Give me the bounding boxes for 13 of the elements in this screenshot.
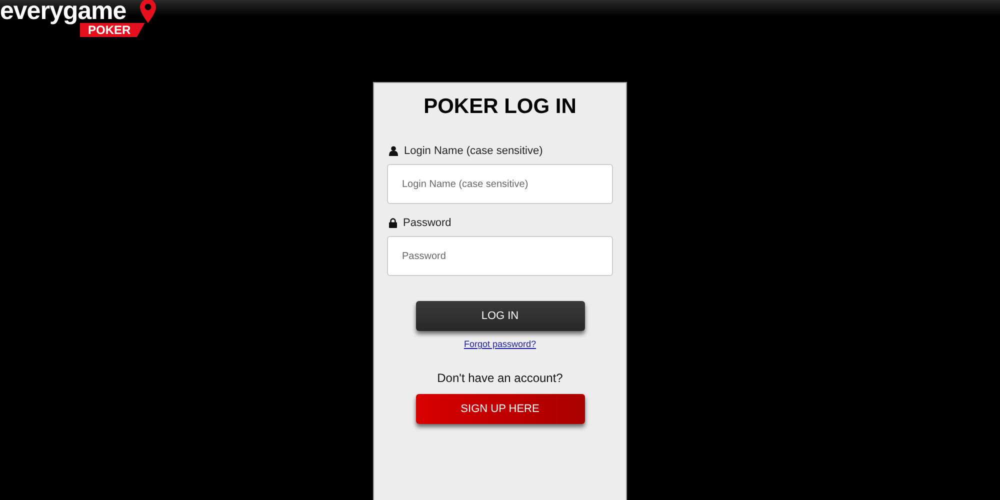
lock-icon	[389, 218, 397, 228]
signup-button[interactable]: SIGN UP HERE	[416, 394, 584, 424]
signup-prompt: Don't have an account?	[436, 371, 564, 385]
logo-wordmark: everygame	[0, 0, 126, 26]
login-title: POKER LOG IN	[422, 95, 578, 119]
field-label: Password	[403, 217, 452, 229]
logo-badge: POKER	[80, 23, 145, 37]
field-label: Login Name (case sensitive)	[404, 145, 543, 157]
input-field[interactable]: Password	[387, 236, 613, 276]
input-field[interactable]: Login Name (case sensitive)	[387, 164, 613, 204]
login-button[interactable]: LOG IN	[416, 301, 584, 331]
forgot-password-link[interactable]: Forgot password?	[464, 339, 536, 349]
user-icon	[389, 146, 398, 156]
